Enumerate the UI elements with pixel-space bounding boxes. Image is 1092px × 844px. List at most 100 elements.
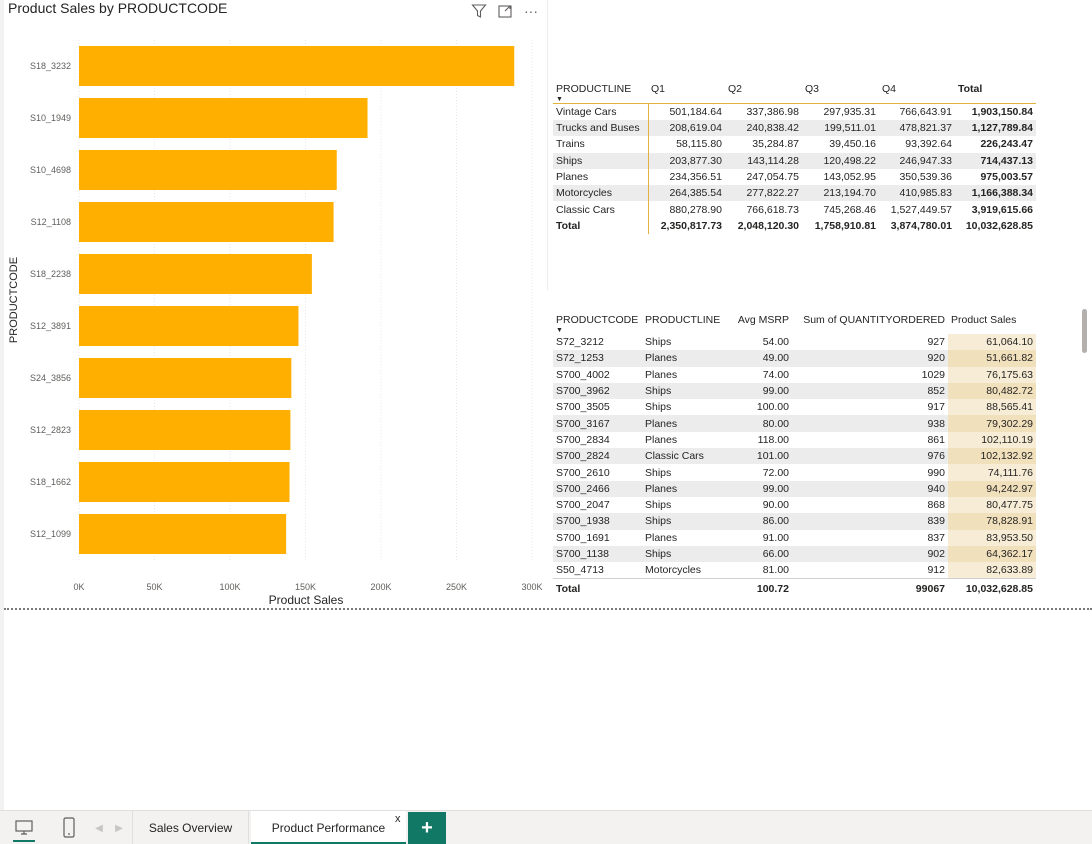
col-header-productcode[interactable]: PRODUCTCODE ▼	[553, 310, 642, 334]
x-tick-label: 100K	[219, 582, 240, 592]
bar[interactable]	[79, 514, 287, 554]
bar[interactable]	[79, 202, 334, 242]
bar[interactable]	[79, 358, 292, 398]
bar[interactable]	[79, 410, 291, 450]
table-row[interactable]: S700_4002 Planes 74.00 1029 76,175.63	[553, 366, 1036, 383]
table-row[interactable]: Classic Cars 880,278.90 766,618.73 745,268.…	[553, 201, 1036, 218]
table-cell: 264,385.54	[648, 185, 725, 202]
table-cell: 1,903,150.84	[971, 106, 1033, 118]
col-header-product-sales[interactable]: Product Sales	[948, 310, 1036, 334]
bar[interactable]	[79, 462, 290, 502]
bar-chart[interactable]: S18_3232 S10_1949 S10_4698 S12_1108 S18_2238…	[0, 22, 548, 610]
table-cell: 118.00	[757, 433, 789, 446]
table-row[interactable]: S700_1138 Ships 66.00 902 64,362.17	[553, 545, 1036, 563]
col-header-quantity[interactable]: Sum of QUANTITYORDERED	[792, 310, 948, 334]
table-cell: 940	[792, 480, 948, 497]
col-header-q4[interactable]: Q4	[879, 81, 955, 104]
desktop-layout-button[interactable]	[8, 811, 40, 844]
table-cell: S72_3212	[556, 336, 604, 349]
table-cell: 83,953.50	[948, 529, 1036, 546]
bar[interactable]	[79, 254, 312, 294]
table-row[interactable]: S72_3212 Ships 54.00 927 61,064.10	[553, 334, 1036, 351]
table-cell: 203,877.30	[648, 152, 725, 169]
table-cell: 82,633.89	[948, 562, 1036, 579]
filter-icon[interactable]	[470, 2, 488, 20]
table-row[interactable]: S700_3167 Planes 80.00 938 79,302.29	[553, 415, 1036, 432]
more-options-icon[interactable]: ···	[522, 2, 540, 20]
table-row[interactable]: Trains 58,115.80 35,284.87 39,450.16 93,392.…	[553, 136, 1036, 153]
bar[interactable]	[79, 46, 515, 86]
row-header: Planes	[553, 168, 649, 186]
table-cell: 410,985.83	[879, 185, 955, 202]
col-header-q2[interactable]: Q2	[725, 81, 802, 104]
quarterly-sales-matrix[interactable]: PRODUCTLINE ▼ Q1 Q2 Q3 Q4 Total Vintage C…	[553, 81, 1036, 235]
tab-sales-overview[interactable]: Sales Overview	[132, 811, 249, 844]
bar[interactable]	[79, 306, 299, 346]
total-row: Total 100.72 99067 10,032,628.85	[553, 578, 1036, 599]
table-row[interactable]: Vintage Cars 501,184.64 337,386.98 297,935.…	[553, 103, 1036, 120]
tab-label: Product Performance	[271, 821, 386, 835]
table-row[interactable]: Planes 234,356.51 247,054.75 143,052.95 350,…	[553, 168, 1036, 186]
table-cell: 852	[792, 382, 948, 400]
table-row[interactable]: S700_1938 Ships 86.00 839 78,828.91	[553, 513, 1036, 530]
table-cell: 938	[792, 415, 948, 432]
table-cell: 49.00	[730, 350, 792, 367]
table-cell: 80,482.72	[948, 382, 1036, 400]
table-row[interactable]: S72_1253 Planes 49.00 920 51,661.82	[553, 350, 1036, 367]
table-cell: 501,184.64	[669, 106, 722, 118]
col-header-q3[interactable]: Q3	[802, 81, 879, 104]
phone-icon	[63, 817, 75, 838]
y-tick-label: S12_3891	[30, 321, 71, 331]
bar[interactable]	[79, 150, 337, 190]
table-cell: 74,111.76	[948, 464, 1036, 481]
table-row[interactable]: S700_1691 Planes 91.00 837 83,953.50	[553, 529, 1036, 546]
table-cell: 714,437.13	[955, 152, 1036, 169]
table-cell: 39,450.16	[829, 138, 876, 151]
table-cell: 745,268.46	[823, 203, 876, 216]
table-scrollbar[interactable]	[1082, 309, 1087, 353]
row-header: Motorcycles	[553, 185, 649, 202]
table-cell: S700_3505	[556, 401, 610, 414]
x-tick-label: 150K	[295, 582, 316, 592]
bar[interactable]	[79, 98, 368, 138]
col-header-avg-msrp[interactable]: Avg MSRP	[730, 310, 792, 334]
table-row[interactable]: S700_2834 Planes 118.00 861 102,110.19	[553, 431, 1036, 449]
table-row[interactable]: Trucks and Buses 208,619.04 240,838.42 199,…	[553, 120, 1036, 137]
col-header-q1[interactable]: Q1	[648, 81, 725, 104]
col-header-productline[interactable]: PRODUCTLINE	[642, 310, 730, 334]
chevron-left-icon[interactable]: ◀	[92, 811, 106, 844]
table-row[interactable]: S700_2824 Classic Cars 101.00 976 102,132.92	[553, 448, 1036, 465]
table-row[interactable]: Motorcycles 264,385.54 277,822.27 213,194.7…	[553, 185, 1036, 202]
table-row[interactable]: S700_3962 Ships 99.00 852 80,482.72	[553, 382, 1036, 400]
table-row[interactable]: S700_2466 Planes 99.00 940 94,242.97	[553, 480, 1036, 497]
table-row[interactable]: S700_2047 Ships 90.00 868 80,477.75	[553, 496, 1036, 514]
add-page-button[interactable]: +	[408, 812, 446, 844]
table-cell: 64,362.17	[948, 545, 1036, 563]
tab-product-performance[interactable]: Product Performance	[251, 811, 406, 844]
close-tab-icon[interactable]: x	[395, 813, 401, 825]
table-cell: 102,110.19	[948, 431, 1036, 449]
table-row[interactable]: S700_2610 Ships 72.00 990 74,111.76	[553, 464, 1036, 481]
table-row[interactable]: Ships 203,877.30 143,114.28 120,498.22 246,9…	[553, 152, 1036, 169]
table-row[interactable]: S50_4713 Motorcycles 81.00 912 82,633.89	[553, 562, 1036, 579]
desktop-icon	[15, 820, 33, 835]
mobile-layout-button[interactable]	[56, 811, 82, 844]
chevron-right-icon[interactable]: ▶	[112, 811, 126, 844]
col-header-productline[interactable]: PRODUCTLINE ▼	[553, 81, 648, 104]
table-cell: 101.00	[730, 448, 792, 465]
total-cell: 2,048,120.30	[737, 219, 799, 232]
table-row[interactable]: S700_3505 Ships 100.00 917 88,565.41	[553, 399, 1036, 416]
total-cell	[642, 578, 730, 599]
y-tick-label: S18_1662	[30, 477, 71, 487]
table-cell: 350,539.36	[899, 171, 952, 184]
y-tick-label: S12_1108	[31, 217, 71, 227]
focus-mode-icon[interactable]	[496, 2, 514, 20]
table-cell: 72.00	[762, 466, 789, 479]
table-cell: 93,392.64	[905, 138, 952, 151]
table-cell: Ships	[645, 401, 672, 414]
col-header-total[interactable]: Total	[955, 81, 1036, 104]
table-cell: 297,935.31	[823, 106, 876, 118]
table-cell: 277,822.27	[725, 185, 802, 202]
product-detail-table[interactable]: PRODUCTCODE ▼ PRODUCTLINE Avg MSRP Sum of…	[553, 310, 1036, 599]
table-cell: 100.00	[756, 401, 789, 414]
